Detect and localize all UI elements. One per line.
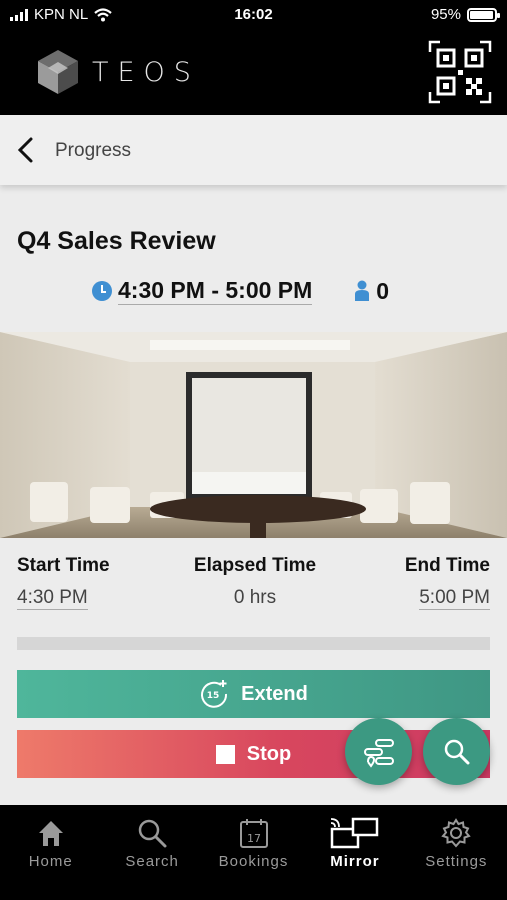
extend-badge-text: 15	[207, 691, 220, 701]
tab-search[interactable]: Search	[101, 805, 202, 900]
attendee-count: 0	[376, 277, 390, 304]
extend-15-icon: 15	[199, 679, 229, 709]
route-map-fab[interactable]	[345, 718, 412, 785]
extend-button[interactable]: 15 Extend	[17, 670, 490, 718]
teos-logo: TEOS	[36, 48, 200, 96]
tab-home-label: Home	[28, 853, 73, 870]
page-title: Progress	[55, 140, 132, 161]
battery-percent: 95%	[430, 6, 461, 23]
calendar-icon: 17	[239, 819, 268, 848]
chevron-left-icon[interactable]	[14, 135, 40, 165]
person-icon	[355, 280, 370, 301]
tab-settings-label: Settings	[425, 853, 488, 870]
mirror-screens-icon	[330, 817, 379, 849]
tab-search-label: Search	[125, 853, 179, 870]
start-time-value[interactable]: 4:30 PM	[17, 587, 88, 610]
stop-button[interactable]: Stop	[17, 730, 490, 778]
search-fab[interactable]	[423, 718, 490, 785]
elapsed-time-label: Elapsed Time	[193, 555, 317, 576]
room-photo	[0, 332, 507, 538]
battery-icon	[467, 7, 500, 22]
end-time-value[interactable]: 5:00 PM	[419, 587, 490, 610]
tab-bookings-label: Bookings	[218, 853, 289, 870]
status-bar: KPN NL 16:02 95%	[0, 0, 507, 30]
tab-mirror[interactable]: Mirror	[304, 805, 405, 900]
search-icon	[138, 819, 167, 848]
gear-icon	[441, 818, 472, 848]
stop-icon	[215, 744, 235, 764]
tab-mirror-label: Mirror	[330, 853, 380, 870]
status-right: 95%	[430, 6, 500, 23]
start-time-block: Start Time 4:30 PM	[17, 555, 110, 610]
page-header: Progress	[0, 115, 507, 185]
room-image	[0, 332, 507, 538]
elapsed-time-value: 0 hrs	[233, 587, 277, 608]
extend-label: Extend	[241, 682, 308, 705]
time-summary: Start Time 4:30 PM Elapsed Time 0 hrs En…	[0, 555, 507, 615]
meeting-title: Q4 Sales Review	[17, 227, 216, 255]
end-time-label: End Time	[404, 555, 490, 576]
home-icon	[38, 821, 63, 846]
clock-icon	[92, 281, 112, 301]
search-icon	[444, 739, 469, 764]
elapsed-time-block: Elapsed Time 0 hrs	[190, 555, 320, 609]
start-time-label: Start Time	[17, 555, 110, 576]
tab-bookings[interactable]: 17 Bookings	[203, 805, 304, 900]
app-header: TEOS	[0, 30, 507, 115]
bottom-tab-bar: Home Search 17 Bookings Mirror Settings	[0, 805, 507, 900]
tab-settings[interactable]: Settings	[406, 805, 507, 900]
tab-home[interactable]: Home	[0, 805, 101, 900]
logo-text: TEOS	[92, 56, 200, 88]
end-time-block: End Time 5:00 PM	[405, 555, 490, 610]
stop-label: Stop	[246, 742, 292, 765]
qr-code-icon[interactable]	[428, 40, 492, 104]
route-map-icon	[363, 738, 394, 768]
meeting-time-range[interactable]: 4:30 PM - 5:00 PM	[118, 277, 313, 305]
calendar-day: 17	[247, 832, 261, 845]
meeting-time-row: 4:30 PM - 5:00 PM 0	[92, 277, 389, 305]
teos-logo-cube-icon	[38, 50, 78, 94]
meeting-progress-bar	[17, 637, 490, 650]
